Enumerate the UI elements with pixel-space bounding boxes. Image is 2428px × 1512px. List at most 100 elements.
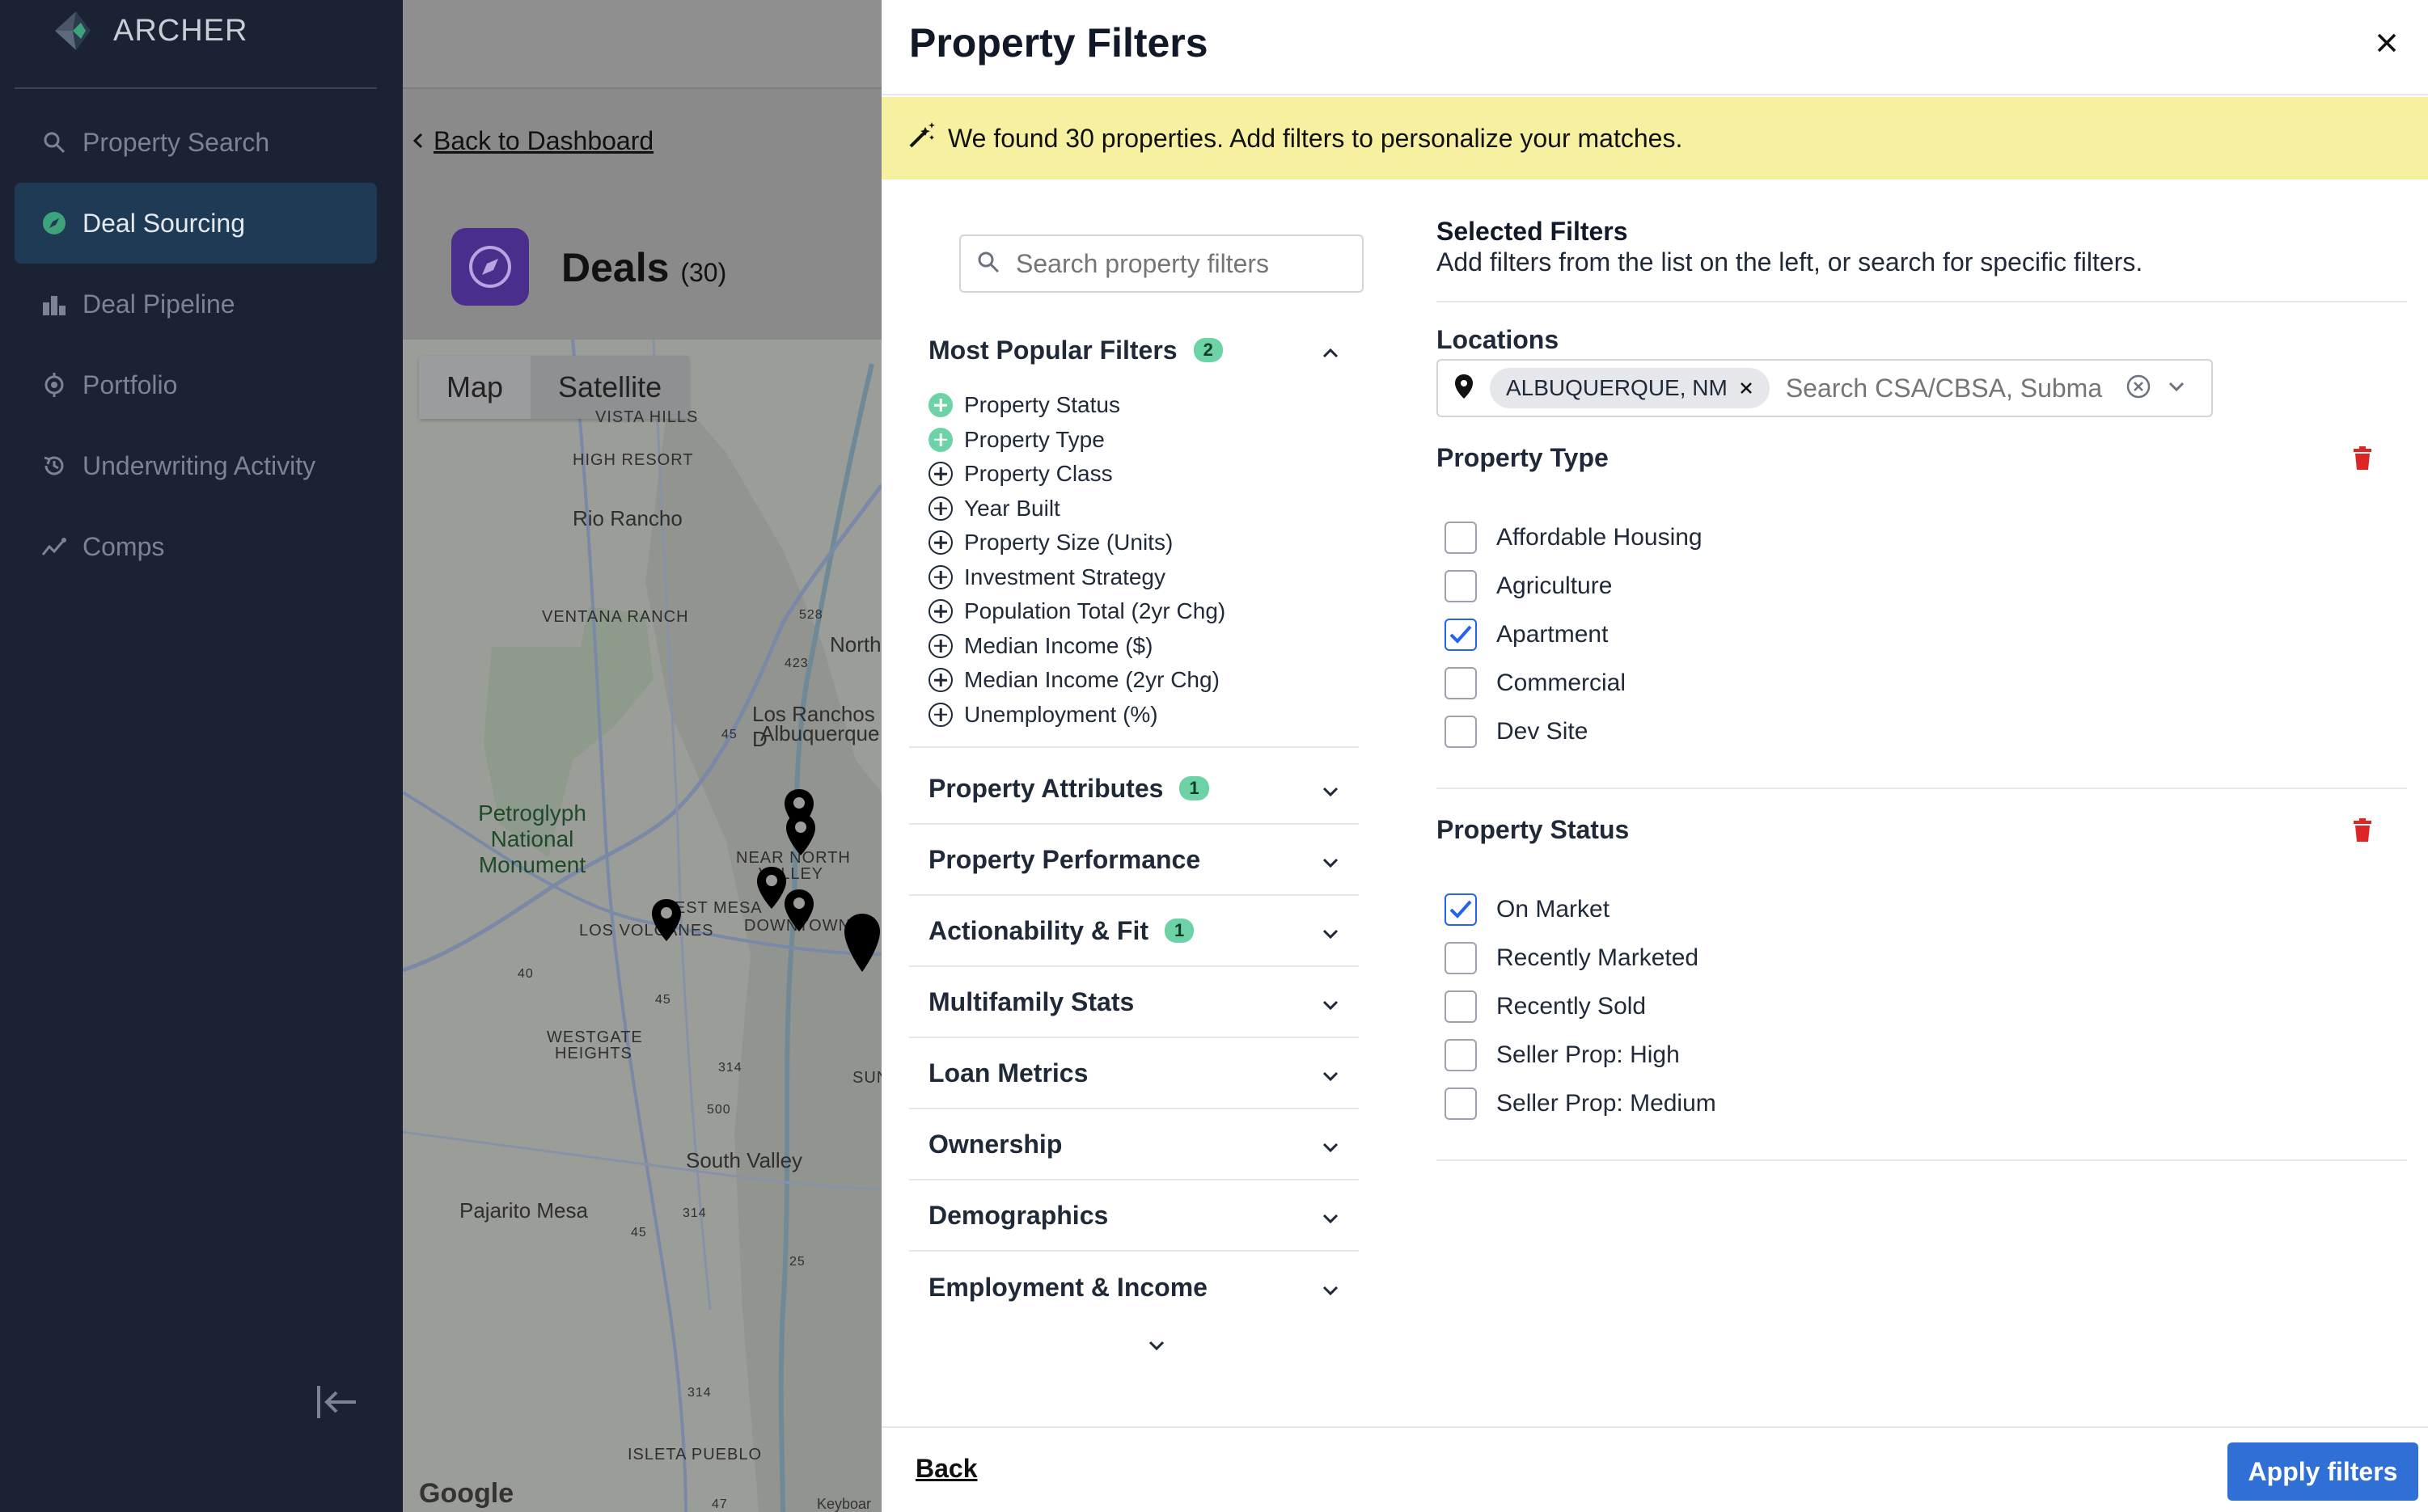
popular-filter-property-class[interactable]: Property Class [928,457,1359,492]
category-property-performance[interactable]: Property Performance [909,825,1359,896]
map-label: LOS VOLCANES [579,922,714,940]
popular-filter-median-income-chg[interactable]: Median Income (2yr Chg) [928,663,1359,698]
popular-filter-median-income[interactable]: Median Income ($) [928,629,1359,664]
collapse-left-icon [315,1383,357,1425]
route-shield: 40 [518,967,534,981]
selected-filters-subtitle: Add filters from the list on the left, o… [1436,247,2143,277]
logo[interactable]: ARCHER [49,6,247,55]
category-label: Demographics [928,1200,1109,1230]
map-label: HIGH RESORT [573,451,694,469]
popular-filter-population-total[interactable]: Population Total (2yr Chg) [928,594,1359,629]
location-pin-icon [1454,374,1474,403]
filter-search-input[interactable] [1016,248,1339,279]
category-employment-income[interactable]: Employment & Income [909,1252,1359,1323]
apply-filters-button[interactable]: Apply filters [2227,1442,2418,1501]
chevron-down-icon [1322,1058,1339,1088]
location-search-input[interactable] [1785,373,2109,403]
divider [1436,1159,2407,1161]
sidebar-item-portfolio[interactable]: Portfolio [15,344,377,425]
category-ownership[interactable]: Ownership [909,1109,1359,1180]
category-multifamily-stats[interactable]: Multifamily Stats [909,967,1359,1038]
count-badge: 1 [1179,776,1209,800]
collapse-sidebar-button[interactable] [314,1381,359,1426]
checkbox[interactable] [1445,1088,1477,1120]
property-type-affordable-housing[interactable]: Affordable Housing [1445,513,1703,562]
property-type-apartment[interactable]: Apartment [1445,610,1703,659]
delete-property-status-button[interactable] [2352,818,2376,846]
property-status-seller-prop-high[interactable]: Seller Prop: High [1445,1031,1716,1079]
google-logo: Google [419,1478,514,1509]
property-status-recently-marketed[interactable]: Recently Marketed [1445,934,1716,982]
chevron-down-icon[interactable] [2168,381,2185,396]
sidebar-divider [15,87,377,89]
option-label: Seller Prop: High [1496,1041,1680,1068]
clear-circle-icon[interactable] [2126,374,2151,403]
property-type-agriculture[interactable]: Agriculture [1445,562,1703,610]
map-pin-icon[interactable] [783,888,815,937]
route-shield: 45 [631,1226,647,1240]
popular-filter-year-built[interactable]: Year Built [928,492,1359,526]
checkbox[interactable] [1445,990,1477,1023]
sidebar-item-underwriting-activity[interactable]: Underwriting Activity [15,425,377,506]
sidebar-item-comps[interactable]: Comps [15,506,377,587]
keyboard-shortcuts-link[interactable]: Keyboar [817,1496,871,1512]
remove-chip-icon[interactable] [1739,375,1753,401]
checkbox[interactable] [1445,522,1477,554]
checkbox-checked[interactable] [1445,619,1477,651]
trash-icon [2354,446,2371,470]
close-button[interactable] [2367,24,2407,65]
selected-filters-title: Selected Filters [1436,217,1628,246]
map-pin-icon[interactable] [785,812,817,861]
sidebar-item-deal-pipeline[interactable]: Deal Pipeline [15,264,377,344]
map-label: ISLETA PUEBLO [628,1446,763,1463]
route-shield: 500 [707,1103,731,1117]
sidebar-item-deal-sourcing[interactable]: Deal Sourcing [15,183,377,264]
popular-filter-label: Property Class [964,461,1113,487]
back-button[interactable]: Back [916,1454,978,1484]
property-filters-modal: Property Filters We found 30 properties.… [882,0,2428,1512]
category-property-attributes[interactable]: Property Attributes 1 [909,754,1359,825]
chevron-down-icon [1322,845,1339,875]
chevron-down-icon [1322,987,1339,1017]
checkbox[interactable] [1445,716,1477,748]
archer-logo-icon [49,6,97,55]
property-status-options: On Market Recently Marketed Recently Sol… [1445,885,1716,1128]
back-to-dashboard-link[interactable]: Back to Dashboard [412,126,654,156]
checkbox[interactable] [1445,570,1477,602]
filter-category-list: Property Attributes 1 Property Performanc… [909,754,1359,1323]
map-label: Pajarito Mesa [459,1198,588,1223]
popular-filter-property-status[interactable]: Property Status [928,388,1359,423]
property-status-title: Property Status [1436,815,1630,844]
category-demographics[interactable]: Demographics [909,1180,1359,1252]
popular-filter-property-size[interactable]: Property Size (Units) [928,526,1359,560]
popular-filter-unemployment[interactable]: Unemployment (%) [928,698,1359,733]
property-status-recently-sold[interactable]: Recently Sold [1445,982,1716,1031]
category-actionability-fit[interactable]: Actionability & Fit 1 [909,896,1359,967]
route-shield: 314 [683,1206,707,1220]
category-loan-metrics[interactable]: Loan Metrics [909,1038,1359,1109]
popular-filter-investment-strategy[interactable]: Investment Strategy [928,560,1359,595]
route-shield: 314 [718,1061,742,1075]
route-shield: 25 [789,1255,806,1269]
popular-filter-property-type[interactable]: Property Type [928,423,1359,458]
plus-circle-icon [928,599,953,624]
show-more-button[interactable] [1140,1331,1173,1363]
property-type-commercial[interactable]: Commercial [1445,659,1703,707]
property-status-seller-prop-medium[interactable]: Seller Prop: Medium [1445,1079,1716,1128]
logo-text: ARCHER [113,13,248,48]
tab-map[interactable]: Map [419,356,531,419]
map-pin-icon[interactable] [843,912,882,978]
checkbox[interactable] [1445,1039,1477,1071]
checkmark-icon [1449,625,1472,644]
property-status-on-market[interactable]: On Market [1445,885,1716,934]
sidebar-item-property-search[interactable]: Property Search [15,102,377,183]
checkbox-checked[interactable] [1445,893,1477,926]
chevron-up-icon [1322,336,1339,365]
map-pin-icon[interactable] [650,897,683,947]
most-popular-filters-header[interactable]: Most Popular Filters 2 [909,320,1359,380]
option-label: Recently Marketed [1496,944,1699,971]
checkbox[interactable] [1445,667,1477,699]
delete-property-type-button[interactable] [2352,446,2376,474]
property-type-dev-site[interactable]: Dev Site [1445,707,1703,756]
checkbox[interactable] [1445,942,1477,974]
